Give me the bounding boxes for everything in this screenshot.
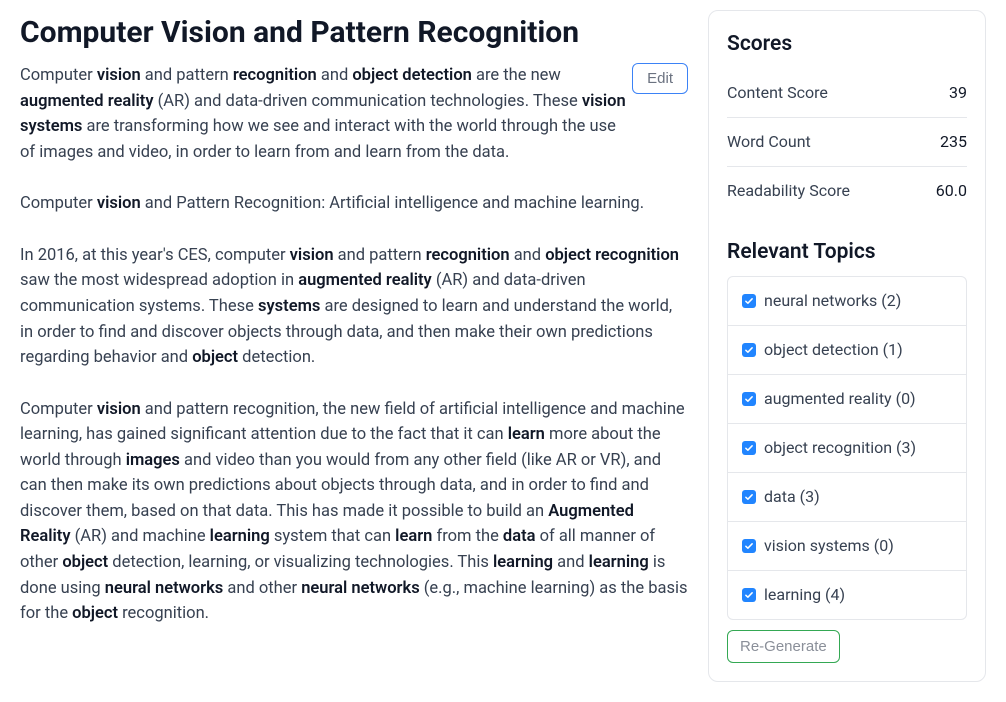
sidebar: Scores Content Score 39 Word Count 235 R… — [708, 10, 986, 682]
regenerate-button[interactable]: Re-Generate — [727, 630, 840, 663]
keyword: images — [126, 451, 180, 470]
checkbox-icon[interactable] — [742, 294, 756, 308]
keyword: object — [62, 553, 108, 572]
keyword: systems — [258, 297, 320, 316]
keyword: learn — [508, 425, 545, 444]
keyword: neural networks — [301, 579, 420, 598]
text: Computer — [20, 400, 97, 419]
topic-item[interactable]: learning (4) — [728, 571, 966, 619]
scores-list: Content Score 39 Word Count 235 Readabil… — [727, 69, 967, 215]
topic-label: object recognition (3) — [764, 436, 916, 460]
checkbox-icon[interactable] — [742, 343, 756, 357]
score-value: 39 — [949, 81, 967, 105]
article-body: Computer vision and pattern recognition … — [20, 63, 688, 627]
topics-heading: Relevant Topics — [727, 237, 967, 269]
checkbox-icon[interactable] — [742, 539, 756, 553]
topic-label: object detection (1) — [764, 338, 903, 362]
topic-label: augmented reality (0) — [764, 387, 916, 411]
text: recognition. — [118, 604, 209, 623]
edit-button[interactable]: Edit — [632, 63, 688, 94]
score-value: 235 — [940, 130, 967, 154]
keyword: recognition — [426, 246, 510, 265]
topic-item[interactable]: neural networks (2) — [728, 277, 966, 326]
keyword: object — [72, 604, 118, 623]
topic-label: vision systems (0) — [764, 534, 894, 558]
keyword: neural networks — [105, 579, 224, 598]
keyword: object recognition — [545, 246, 679, 265]
keyword: learning — [493, 553, 553, 572]
topic-item[interactable]: augmented reality (0) — [728, 375, 966, 424]
topic-label: neural networks (2) — [764, 289, 901, 313]
text: and — [317, 66, 353, 85]
keyword: learning — [589, 553, 649, 572]
topic-label: learning (4) — [764, 583, 845, 607]
score-row-wordcount: Word Count 235 — [727, 118, 967, 167]
text: and Pattern Recognition: Artificial inte… — [141, 194, 644, 213]
topic-item[interactable]: vision systems (0) — [728, 522, 966, 571]
text: (AR) and data-driven communication techn… — [154, 92, 582, 111]
keyword: object — [192, 348, 238, 367]
topic-label: data (3) — [764, 485, 820, 509]
scores-heading: Scores — [727, 29, 967, 61]
text: and — [510, 246, 546, 265]
text: from the — [432, 527, 503, 546]
paragraph-2: Computer vision and Pattern Recognition:… — [20, 191, 688, 217]
keyword: vision — [97, 66, 141, 85]
text: In 2016, at this year's CES, computer — [20, 246, 290, 265]
topic-item[interactable]: object recognition (3) — [728, 424, 966, 473]
checkbox-icon[interactable] — [742, 588, 756, 602]
keyword: vision — [97, 400, 141, 419]
topic-item[interactable]: data (3) — [728, 473, 966, 522]
text: are transforming how we see and interact… — [20, 117, 616, 162]
text: Computer — [20, 66, 97, 85]
keyword: augmented reality — [298, 271, 432, 290]
checkbox-icon[interactable] — [742, 392, 756, 406]
score-label: Word Count — [727, 130, 811, 154]
keyword: learning — [210, 527, 270, 546]
keyword: augmented reality — [20, 92, 154, 111]
keyword: object detection — [352, 66, 472, 85]
score-label: Content Score — [727, 81, 828, 105]
score-row-readability: Readability Score 60.0 — [727, 167, 967, 215]
score-value: 60.0 — [936, 179, 967, 203]
checkbox-icon[interactable] — [742, 490, 756, 504]
keyword: recognition — [233, 66, 317, 85]
topics-list: neural networks (2) object detection (1)… — [727, 276, 967, 620]
text: detection, learning, or visualizing tech… — [108, 553, 493, 572]
text: and pattern — [334, 246, 426, 265]
text: Computer — [20, 194, 97, 213]
score-label: Readability Score — [727, 179, 850, 203]
paragraph-3: In 2016, at this year's CES, computer vi… — [20, 243, 688, 371]
text: and — [553, 553, 589, 572]
text: (AR) and machine — [71, 527, 210, 546]
article-main: Computer Vision and Pattern Recognition … — [20, 10, 688, 682]
paragraph-1: Computer vision and pattern recognition … — [20, 63, 688, 165]
text: system that can — [270, 527, 395, 546]
page-title: Computer Vision and Pattern Recognition — [20, 10, 688, 55]
keyword: data — [503, 527, 536, 546]
checkbox-icon[interactable] — [742, 441, 756, 455]
keyword: vision — [290, 246, 334, 265]
keyword: vision — [97, 194, 141, 213]
keyword: learn — [395, 527, 432, 546]
text: are the new — [472, 66, 561, 85]
text: detection. — [238, 348, 315, 367]
score-row-content: Content Score 39 — [727, 69, 967, 118]
text: saw the most widespread adoption in — [20, 271, 298, 290]
topic-item[interactable]: object detection (1) — [728, 326, 966, 375]
text: and pattern — [141, 66, 233, 85]
text: and other — [223, 579, 301, 598]
paragraph-4: Computer vision and pattern recognition,… — [20, 397, 688, 627]
